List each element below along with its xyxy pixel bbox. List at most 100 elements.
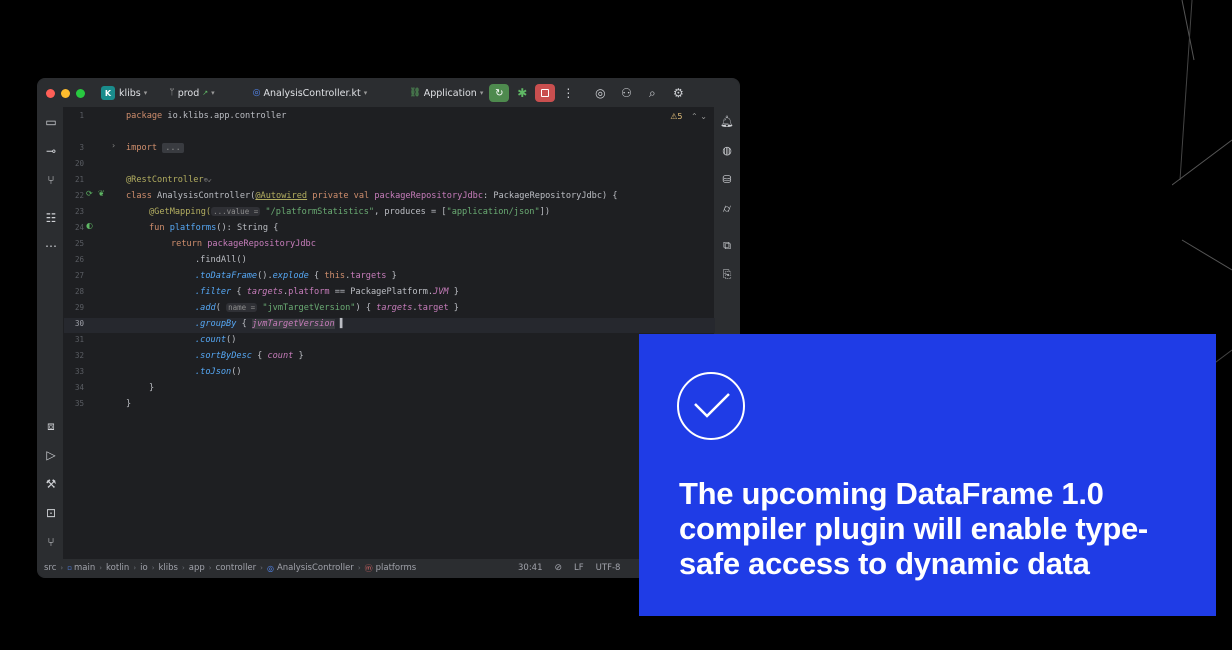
notifications-icon[interactable]: 🔔︎: [719, 115, 735, 128]
code-line: import ...: [126, 141, 184, 155]
breadcrumb-item[interactable]: AnalysisController: [277, 563, 354, 573]
chevron-right-icon: ›: [181, 564, 185, 572]
file-encoding[interactable]: UTF-8: [596, 563, 621, 573]
breadcrumb-item[interactable]: klibs: [159, 563, 178, 573]
code-line: .findAll(): [195, 255, 247, 265]
chevron-down-icon: ▾: [363, 89, 368, 97]
copy-icon[interactable]: ⧉: [719, 239, 735, 253]
minimize-window-button[interactable]: [61, 88, 70, 98]
breadcrumb-item[interactable]: controller: [216, 563, 257, 573]
build-icon[interactable]: ⚒: [43, 477, 59, 491]
line-number: 25: [74, 239, 84, 248]
line-number: 1: [79, 111, 84, 120]
run-config-label: Application: [423, 87, 477, 99]
line-number: 26: [74, 255, 84, 264]
left-tool-strip: ▭ ⊸ ⑂ ☷ ⋯ ⧈ ▷ ⚒ ⊡ ⑂: [38, 107, 64, 561]
code-editor[interactable]: package io.klibs.app.controller import .…: [126, 107, 716, 561]
inspect-icon[interactable]: ⎘: [719, 268, 735, 282]
kotlin-class-icon: ◎: [252, 88, 261, 98]
more-actions-icon[interactable]: ⋮: [559, 86, 577, 100]
line-number: 33: [74, 367, 84, 376]
line-number: 3: [79, 143, 84, 152]
line-ending[interactable]: LF: [574, 563, 584, 573]
chevron-right-icon: ›: [151, 564, 155, 572]
breadcrumb-item[interactable]: main: [74, 563, 95, 573]
line-number: 30: [74, 319, 84, 328]
project-selector[interactable]: klibs ▾: [119, 88, 147, 99]
line-number: 21: [74, 175, 84, 184]
stop-icon: [541, 89, 550, 97]
commit-icon[interactable]: ⊸: [43, 144, 59, 158]
project-badge: K: [101, 86, 115, 100]
gear-icon[interactable]: ⚙: [669, 86, 687, 100]
line-number: 28: [74, 287, 84, 296]
zoom-window-button[interactable]: [76, 88, 85, 98]
status-right-group: 30:41 ⊘ LF UTF-8: [518, 563, 620, 573]
stop-button[interactable]: [535, 84, 556, 102]
announcement-card: The upcoming DataFrame 1.0 compiler plug…: [639, 334, 1216, 616]
checkmark-icon: [677, 372, 745, 440]
line-number: 20: [74, 159, 84, 168]
branch-icon: ᛘ: [169, 88, 175, 98]
announcement-text: The upcoming DataFrame 1.0 compiler plug…: [679, 476, 1148, 581]
line-number: 35: [74, 399, 84, 408]
line-number: 34: [74, 383, 84, 392]
structure-icon[interactable]: ☷: [43, 211, 59, 225]
cursor-position[interactable]: 30:41: [518, 563, 543, 573]
code-line: @GetMapping(...value = "/platformStatist…: [149, 207, 551, 217]
spring-icon[interactable]: ❦: [98, 189, 105, 198]
code-line: .sortByDesc { count }: [195, 351, 304, 361]
code-line: .count(): [195, 335, 237, 345]
code-line: fun platforms(): String {: [149, 223, 279, 233]
ai-assistant-icon[interactable]: ◎: [591, 86, 609, 100]
search-icon[interactable]: ⌕: [643, 86, 661, 101]
run-icon[interactable]: ▷: [43, 448, 59, 462]
more-tools-icon[interactable]: ⋯: [43, 239, 59, 253]
debug-button[interactable]: ✱: [513, 86, 531, 100]
profiler-icon[interactable]: ⧈: [43, 419, 59, 434]
breadcrumb-item[interactable]: io: [140, 563, 148, 573]
project-name: klibs: [119, 87, 141, 99]
breadcrumb-item[interactable]: src: [44, 563, 56, 573]
bean-icon[interactable]: ⟳: [86, 189, 93, 198]
branch-selector[interactable]: ᛘ prod ↗ ▾: [169, 88, 214, 99]
endpoint-icon[interactable]: ◐: [86, 221, 93, 230]
code-line: return packageRepositoryJdbc: [171, 239, 316, 249]
breadcrumb-item[interactable]: platforms: [376, 563, 417, 573]
git-icon[interactable]: ⑂: [43, 535, 59, 549]
chevron-right-icon: ›: [357, 564, 361, 572]
folder-icon[interactable]: ▭: [43, 115, 59, 129]
ide-window: K klibs ▾ ᛘ prod ↗ ▾ ◎ AnalysisControlle…: [37, 78, 740, 578]
add-user-icon[interactable]: ⚇: [617, 86, 635, 100]
code-line: .add( name = "jvmTargetVersion") { targe…: [195, 303, 459, 313]
file-tab[interactable]: ◎ AnalysisController.kt ▾: [253, 88, 368, 99]
database-icon[interactable]: ⛁: [719, 173, 735, 186]
code-line: .toDataFrame().explode { this.targets }: [195, 271, 397, 281]
close-window-button[interactable]: [46, 88, 55, 98]
fold-icon[interactable]: ›: [112, 141, 115, 150]
file-tab-label: AnalysisController.kt: [263, 87, 361, 99]
chevron-right-icon: ›: [60, 564, 64, 572]
breadcrumb-item[interactable]: kotlin: [106, 563, 129, 573]
code-line: package io.klibs.app.controller: [126, 111, 287, 121]
chevron-down-icon: ▾: [143, 89, 148, 97]
chevron-down-icon: ▾: [211, 89, 215, 97]
chevron-down-icon: ▾: [479, 89, 484, 97]
pull-requests-icon[interactable]: ⑂: [43, 173, 59, 187]
endpoints-icon[interactable]: ⌭: [719, 202, 735, 216]
breadcrumb-item[interactable]: app: [189, 563, 205, 573]
line-number: 31: [74, 335, 84, 344]
ai-chat-icon[interactable]: ◍: [719, 144, 735, 157]
line-number: 24: [74, 223, 84, 232]
terminal-icon[interactable]: ⊡: [43, 506, 59, 520]
branch-name: prod: [177, 87, 200, 99]
line-number: 22: [74, 191, 84, 200]
chevron-right-icon: ›: [260, 564, 263, 572]
run-config-selector[interactable]: ⛓ Application ▾: [409, 88, 483, 99]
vcs-icon[interactable]: ⊘: [555, 563, 563, 573]
titlebar: K klibs ▾ ᛘ prod ↗ ▾ ◎ AnalysisControlle…: [38, 79, 739, 107]
status-bar: src › ▫ main › kotlin › io › klibs › app…: [38, 559, 739, 577]
chevron-right-icon: ›: [133, 564, 137, 572]
chevron-right-icon: ›: [208, 564, 212, 572]
rerun-button[interactable]: ↻: [489, 84, 510, 102]
